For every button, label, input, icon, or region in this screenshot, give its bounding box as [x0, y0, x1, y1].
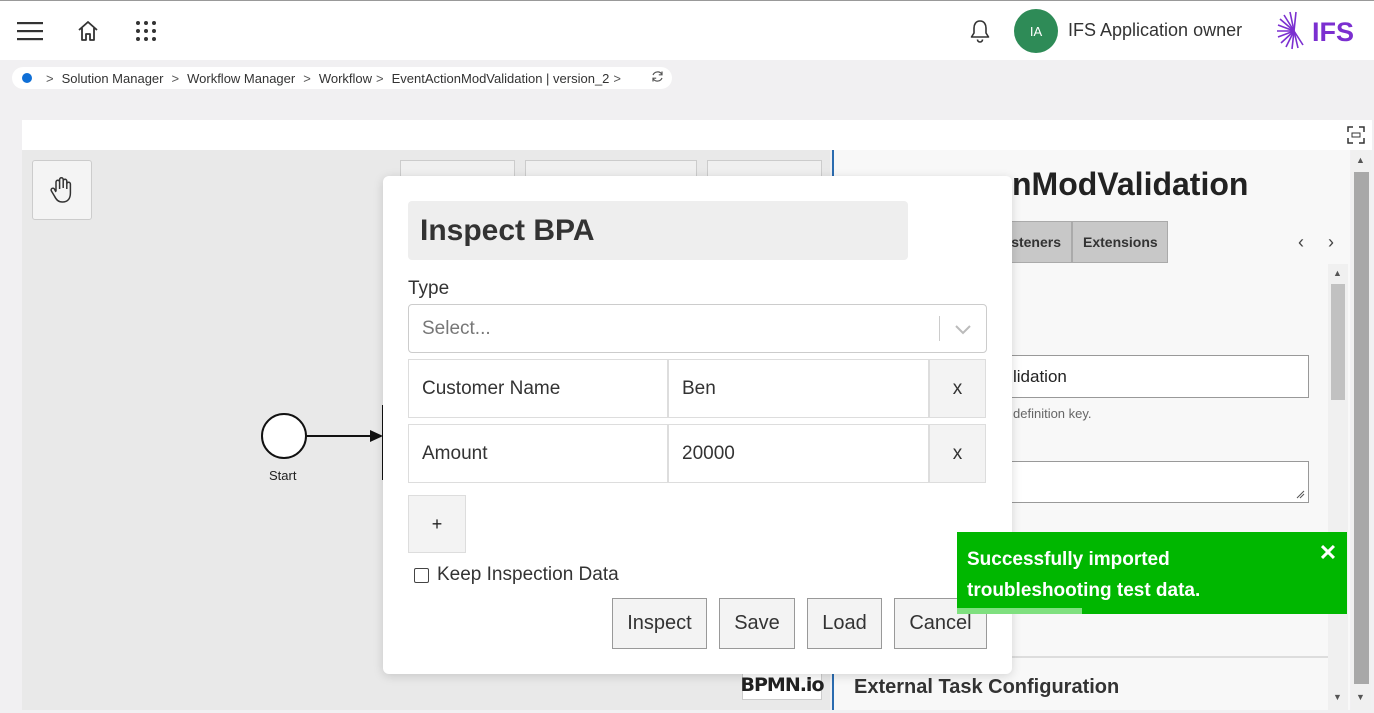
chevron-right-icon: > — [303, 70, 311, 86]
tab-scroll-right-icon[interactable]: › — [1328, 232, 1334, 253]
refresh-icon[interactable] — [651, 70, 664, 86]
breadcrumb-home-dot[interactable] — [22, 73, 32, 83]
properties-title: nModValidation — [1012, 166, 1249, 202]
breadcrumb-item-workflow-manager[interactable]: Workflow Manager — [187, 71, 295, 86]
fullscreen-icon[interactable] — [1344, 123, 1368, 147]
keep-inspection-data: Keep Inspection Data — [414, 564, 619, 586]
page-scroll-up-icon[interactable]: ▲ — [1356, 155, 1365, 165]
ifs-logo-text: IFS — [1312, 17, 1354, 47]
close-icon[interactable]: ✕ — [1318, 540, 1338, 565]
properties-scroll-thumb[interactable] — [1331, 284, 1345, 400]
add-param-button[interactable]: + — [408, 495, 466, 553]
start-event-label: Start — [269, 468, 297, 483]
page-scroll-down-icon[interactable]: ▼ — [1356, 692, 1365, 702]
dialog-title: Inspect BPA — [408, 201, 908, 260]
scroll-down-icon[interactable]: ▼ — [1333, 692, 1342, 702]
definition-key-field[interactable]: lidation — [990, 355, 1309, 398]
hamburger-menu-icon[interactable] — [14, 17, 46, 45]
keep-inspection-data-label[interactable]: Keep Inspection Data — [437, 564, 619, 586]
page-scroll-thumb[interactable] — [1354, 172, 1369, 684]
remove-param-button[interactable]: x — [929, 424, 986, 483]
chevron-down-icon[interactable] — [952, 318, 974, 340]
breadcrumb: > Solution Manager > Workflow Manager > … — [12, 67, 672, 89]
user-avatar[interactable]: IA — [1014, 9, 1058, 53]
type-select[interactable]: Select... — [408, 304, 987, 353]
user-name[interactable]: IFS Application owner — [1068, 20, 1242, 41]
param-value-field[interactable]: 20000 — [668, 424, 929, 483]
properties-textarea[interactable] — [990, 461, 1309, 503]
success-toast: Successfully imported troubleshooting te… — [957, 532, 1347, 614]
param-value-field[interactable]: Ben — [668, 359, 929, 418]
chevron-right-icon: > — [46, 70, 54, 86]
definition-key-hint: definition key. — [1013, 406, 1092, 421]
scroll-up-icon[interactable]: ▲ — [1333, 268, 1342, 278]
breadcrumb-item-current[interactable]: EventActionModValidation | version_2 — [392, 71, 610, 86]
hand-tool-icon[interactable] — [32, 160, 92, 220]
ifs-logo: IFS — [1274, 9, 1362, 53]
apps-grid-icon[interactable] — [130, 15, 162, 47]
chevron-right-icon: > — [171, 70, 180, 86]
load-button[interactable]: Load — [807, 598, 882, 649]
type-select-placeholder: Select... — [422, 317, 491, 339]
chevron-right-icon: > — [613, 70, 621, 86]
keep-inspection-data-checkbox[interactable] — [414, 567, 429, 583]
select-divider — [939, 316, 940, 341]
toast-progress-bar — [957, 608, 1082, 614]
inspect-button[interactable]: Inspect — [612, 598, 707, 649]
panel-header — [22, 120, 1372, 150]
type-label: Type — [408, 278, 450, 299]
bpmn-io-logo[interactable]: BPMN.io — [741, 670, 825, 700]
tab-scroll-left-icon[interactable]: ‹ — [1298, 232, 1304, 253]
breadcrumb-item-solution-manager[interactable]: Solution Manager — [62, 71, 164, 86]
home-icon[interactable] — [72, 15, 104, 47]
remove-param-button[interactable]: x — [929, 359, 986, 418]
tab-extensions[interactable]: Extensions — [1072, 221, 1168, 263]
toast-message: Successfully imported troubleshooting te… — [967, 549, 1201, 601]
notification-bell-icon[interactable] — [964, 15, 996, 47]
breadcrumb-item-workflow[interactable]: Workflow — [319, 71, 372, 86]
top-bar: IA IFS Application owner IFS — [0, 0, 1374, 60]
resize-handle-icon[interactable] — [1295, 489, 1305, 499]
save-button[interactable]: Save — [719, 598, 795, 649]
param-key-field[interactable]: Customer Name — [408, 359, 668, 418]
chevron-right-icon: > — [376, 70, 384, 86]
param-key-field[interactable]: Amount — [408, 424, 668, 483]
